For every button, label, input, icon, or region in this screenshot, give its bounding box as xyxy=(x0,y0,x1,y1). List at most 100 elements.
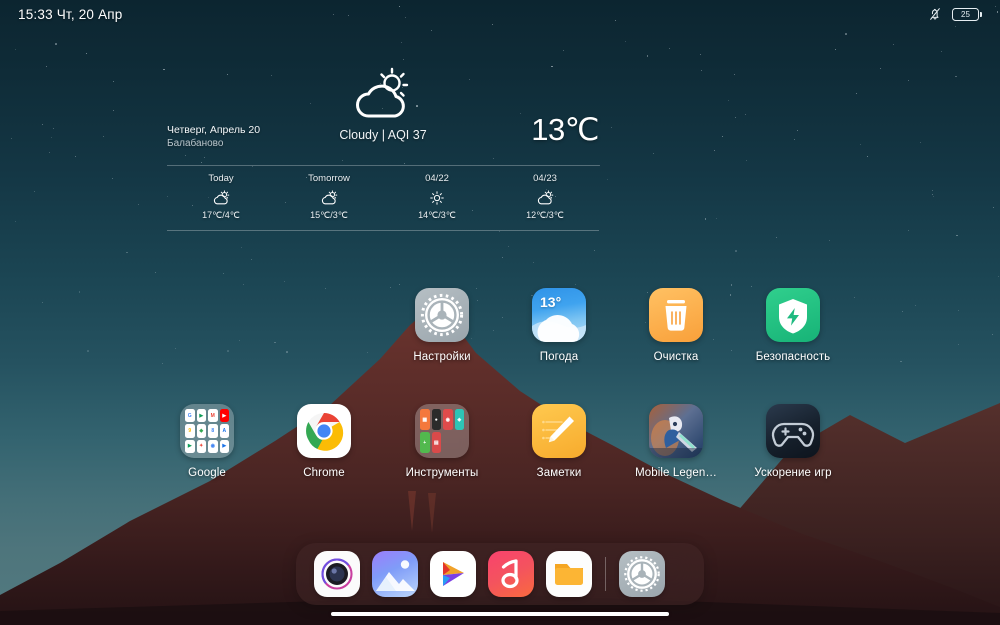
app-icon-folder-tools[interactable]: ▦ ● ◉ ◈ + ▤ Инструменты xyxy=(387,404,497,479)
forecast-day-label: Tomorrow xyxy=(308,173,350,184)
folder-tools-icon: ▦ ● ◉ ◈ + ▤ xyxy=(415,404,469,458)
folder-mini-icon: 9 xyxy=(185,424,195,438)
app-label: Инструменты xyxy=(405,467,479,479)
weather-widget[interactable]: Cloudy | AQI 37 Четверг, Апрель 20 Балаб… xyxy=(167,62,599,232)
cloudy-sun-icon xyxy=(536,190,555,206)
video-play-icon xyxy=(430,551,476,597)
cloudy-sun-icon xyxy=(321,190,337,205)
app-label: Ускорение игр xyxy=(754,467,832,479)
weather-city: Балабаново xyxy=(167,138,224,149)
forecast-day-temps: 15℃/3℃ xyxy=(310,210,348,220)
cloudy-sun-icon xyxy=(213,190,229,205)
app-label: Chrome xyxy=(303,467,345,479)
folder-files-icon xyxy=(546,551,592,597)
settings-gear-icon xyxy=(619,551,665,597)
app-row: G ▶ M ▶ 9 ◆ 8 A ▶ ✦ ◉ ▶ Google Chrome ▦ ● ◉ ◈ + ▤ Инструм… xyxy=(0,404,1000,520)
app-icon-notes-pencil[interactable]: Заметки xyxy=(504,404,614,479)
forecast-day-temps: 17℃/4℃ xyxy=(202,210,240,220)
folder-mini-icon: + xyxy=(420,432,430,453)
sunny-icon xyxy=(429,190,445,206)
gallery-photo-icon xyxy=(372,551,418,597)
mobile-legends-icon xyxy=(649,404,703,458)
notes-pencil-icon xyxy=(532,404,586,458)
dock-item-files[interactable] xyxy=(540,551,598,597)
app-icon-mobile-legends[interactable]: Mobile Legen… xyxy=(621,404,731,479)
app-label: Безопасность xyxy=(755,351,831,363)
forecast-day-temps: 14℃/3℃ xyxy=(418,210,456,220)
folder-mini-icon: ▶ xyxy=(196,409,206,423)
folder-mini-icon: ▶ xyxy=(185,439,195,453)
music-note-icon xyxy=(488,551,534,597)
weather-divider-bottom xyxy=(167,230,599,231)
app-label: Mobile Legen… xyxy=(635,467,717,479)
folder-mini-icon: ✦ xyxy=(196,439,206,453)
home-indicator[interactable] xyxy=(331,612,669,616)
status-bar: 15:33 Чт, 20 Апр 25 xyxy=(0,0,1000,28)
folder-mini-icon: ◆ xyxy=(196,424,206,438)
cloudy-sun-icon xyxy=(212,190,231,206)
dock-item-camera[interactable] xyxy=(308,551,366,597)
shield-security-icon xyxy=(766,288,820,342)
app-label: Очистка xyxy=(653,351,699,363)
folder-mini-icon: 8 xyxy=(208,424,218,438)
forecast-day-label: 04/22 xyxy=(425,173,449,184)
app-icon-settings-gear[interactable]: Настройки xyxy=(387,288,497,363)
folder-mini-icon: ▶ xyxy=(219,409,229,423)
forecast-day-temps: 12℃/3℃ xyxy=(526,210,564,220)
app-icon-chrome[interactable]: Chrome xyxy=(269,404,379,479)
app-label: Погода xyxy=(539,351,579,363)
cloudy-sun-icon xyxy=(350,66,416,129)
app-icon-gamepad[interactable]: Ускорение игр xyxy=(738,404,848,479)
dock-item-settings[interactable] xyxy=(613,551,671,597)
folder-mini-icon: ● xyxy=(431,409,441,430)
battery-level: 25 xyxy=(960,9,971,19)
folder-mini-icon: G xyxy=(185,409,195,423)
weather-icon: 13° xyxy=(532,288,586,342)
forecast-day: 04/22 14℃/3℃ xyxy=(383,167,491,229)
forecast-day: 04/23 12℃/3℃ xyxy=(491,167,599,229)
app-grid: Настройки 13° Погода Очистка Безопасность… xyxy=(0,288,1000,520)
forecast-day-label: 04/23 xyxy=(533,173,557,184)
bell-muted-icon xyxy=(930,8,940,20)
battery-icon: 25 xyxy=(952,7,982,21)
cloudy-sun-icon xyxy=(537,190,553,205)
folder-mini-icon: ◉ xyxy=(443,409,453,430)
app-label: Заметки xyxy=(536,467,582,479)
dock-divider xyxy=(605,557,606,591)
folder-mini-icon: ◈ xyxy=(454,409,464,430)
folder-mini-icon: A xyxy=(219,424,229,438)
app-icon-shield-security[interactable]: Безопасность xyxy=(738,288,848,363)
forecast-day-label: Today xyxy=(208,173,234,184)
dock-item-music[interactable] xyxy=(482,551,540,597)
status-time: 15:33 Чт, 20 Апр xyxy=(18,6,123,22)
weather-condition: Cloudy | AQI 37 xyxy=(339,128,427,142)
weather-divider-top xyxy=(167,165,599,166)
app-label: Google xyxy=(188,467,226,479)
status-icons: 25 xyxy=(927,6,982,22)
folder-google-icon: G ▶ M ▶ 9 ◆ 8 A ▶ ✦ ◉ ▶ xyxy=(180,404,234,458)
weather-widget-header: Cloudy | AQI 37 Четверг, Апрель 20 Балаб… xyxy=(167,62,599,162)
dock-item-video[interactable] xyxy=(424,551,482,597)
folder-mini-icon: ▶ xyxy=(219,439,229,453)
folder-mini-icon: ▦ xyxy=(420,409,430,430)
chrome-icon xyxy=(297,404,351,458)
weather-temperature: 13℃ xyxy=(531,112,599,147)
settings-gear-icon xyxy=(415,288,469,342)
app-label: Настройки xyxy=(413,351,471,363)
forecast-day: Tomorrow 15℃/3℃ xyxy=(275,167,383,229)
folder-mini-icon: M xyxy=(208,409,218,423)
folder-mini-icon: ▤ xyxy=(431,432,441,453)
app-icon-folder-google[interactable]: G ▶ M ▶ 9 ◆ 8 A ▶ ✦ ◉ ▶ Google xyxy=(152,404,262,479)
app-icon-weather[interactable]: 13° Погода xyxy=(504,288,614,363)
cloudy-sun-icon xyxy=(320,190,339,206)
camera-icon xyxy=(314,551,360,597)
app-icon-trash-clean[interactable]: Очистка xyxy=(621,288,731,363)
trash-clean-icon xyxy=(649,288,703,342)
weather-forecast: Today 17℃/4℃ Tomorrow 15℃/3℃ 04/22 14℃/3… xyxy=(167,167,599,229)
weather-date: Четверг, Апрель 20 xyxy=(167,124,261,136)
dock-item-gallery[interactable] xyxy=(366,551,424,597)
folder-mini-icon: ◉ xyxy=(208,439,218,453)
forecast-day: Today 17℃/4℃ xyxy=(167,167,275,229)
dock xyxy=(296,543,704,605)
app-row: Настройки 13° Погода Очистка Безопасность xyxy=(0,288,1000,404)
